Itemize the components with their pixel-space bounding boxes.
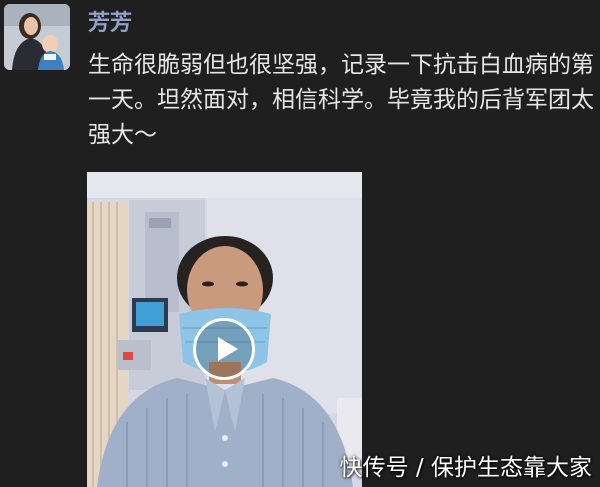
play-button[interactable] bbox=[193, 318, 255, 380]
watermark: 快传号 / 保护生态靠大家 bbox=[339, 455, 592, 481]
video-player[interactable] bbox=[87, 172, 362, 487]
play-icon bbox=[218, 337, 238, 361]
avatar[interactable] bbox=[4, 4, 70, 70]
username[interactable]: 芳芳 bbox=[88, 10, 132, 38]
post-text: 生命很脆弱但也很坚强，记录一下抗击白血病的第一天。坦然面对，相信科学。毕竟我的后… bbox=[88, 52, 594, 148]
avatar-photo bbox=[4, 4, 70, 70]
